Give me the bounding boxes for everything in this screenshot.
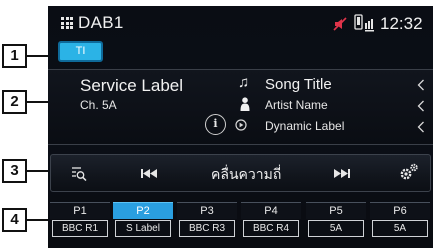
artist-name: Artist Name (265, 98, 328, 112)
settings-icon[interactable] (399, 163, 419, 181)
preset-number: P2 (113, 202, 173, 219)
preset-name: BBC R1 (52, 220, 108, 237)
service-label: Service Label (80, 76, 184, 95)
clock: 12:32 (380, 14, 423, 33)
frequency-label[interactable]: คลื่นความถี่ (211, 164, 281, 186)
preset-number: P4 (241, 202, 301, 219)
preset-number: P6 (370, 202, 430, 219)
status-bar: DAB1 12:32 (48, 6, 433, 40)
person-icon (240, 97, 250, 111)
preset-button[interactable]: P4 BBC R4 (241, 202, 301, 240)
preset-button[interactable]: P5 5A (306, 202, 366, 240)
leader-line-2 (27, 101, 48, 103)
preset-button[interactable]: P6 5A (370, 202, 430, 240)
dynamic-label: Dynamic Label (265, 119, 345, 133)
mute-icon (333, 17, 347, 31)
preset-name: 5A (372, 220, 428, 237)
source-title: DAB1 (78, 13, 124, 32)
preset-number: P1 (50, 202, 110, 219)
chevron-left-icon[interactable] (417, 121, 425, 133)
play-circle-icon[interactable] (235, 119, 247, 131)
preset-bar: P1 BBC R1 P2 S Label P3 BBC R3 P4 BBC R4… (48, 202, 433, 240)
control-bar: คลื่นความถี่ (50, 154, 431, 192)
preset-button[interactable]: P1 BBC R1 (50, 202, 110, 240)
preset-name: S Label (115, 220, 171, 237)
phone-battery-icon (354, 14, 374, 32)
preset-number: P3 (177, 202, 237, 219)
chevron-left-icon[interactable] (417, 100, 425, 112)
channel-label: Ch. 5A (80, 98, 117, 112)
preset-name: BBC R3 (179, 220, 235, 237)
grid-menu-icon[interactable] (61, 17, 73, 29)
preset-number: P5 (306, 202, 366, 219)
preset-name: 5A (308, 220, 364, 237)
ti-badge[interactable]: TI (58, 41, 103, 62)
dab-radio-screen: DAB1 12:32 TI Service Label Ch. 5A i ♫ S… (48, 6, 433, 248)
preset-name: BBC R4 (243, 220, 299, 237)
chevron-left-icon[interactable] (417, 79, 425, 91)
music-note-icon: ♫ (238, 74, 250, 91)
callout-1: 1 (2, 44, 27, 68)
search-list-icon[interactable] (71, 166, 87, 181)
callout-3: 3 (2, 159, 27, 183)
previous-icon[interactable] (141, 169, 157, 178)
leader-line-3 (27, 170, 50, 172)
info-icon[interactable]: i (205, 114, 226, 135)
song-title: Song Title (265, 76, 332, 93)
preset-button-active[interactable]: P2 S Label (113, 202, 173, 240)
leader-line-4 (27, 219, 48, 221)
info-panel: Service Label Ch. 5A i ♫ Song Title Arti… (48, 69, 433, 145)
callout-4: 4 (2, 208, 27, 232)
callout-2: 2 (2, 90, 27, 114)
preset-button[interactable]: P3 BBC R3 (177, 202, 237, 240)
next-icon[interactable] (334, 169, 350, 178)
